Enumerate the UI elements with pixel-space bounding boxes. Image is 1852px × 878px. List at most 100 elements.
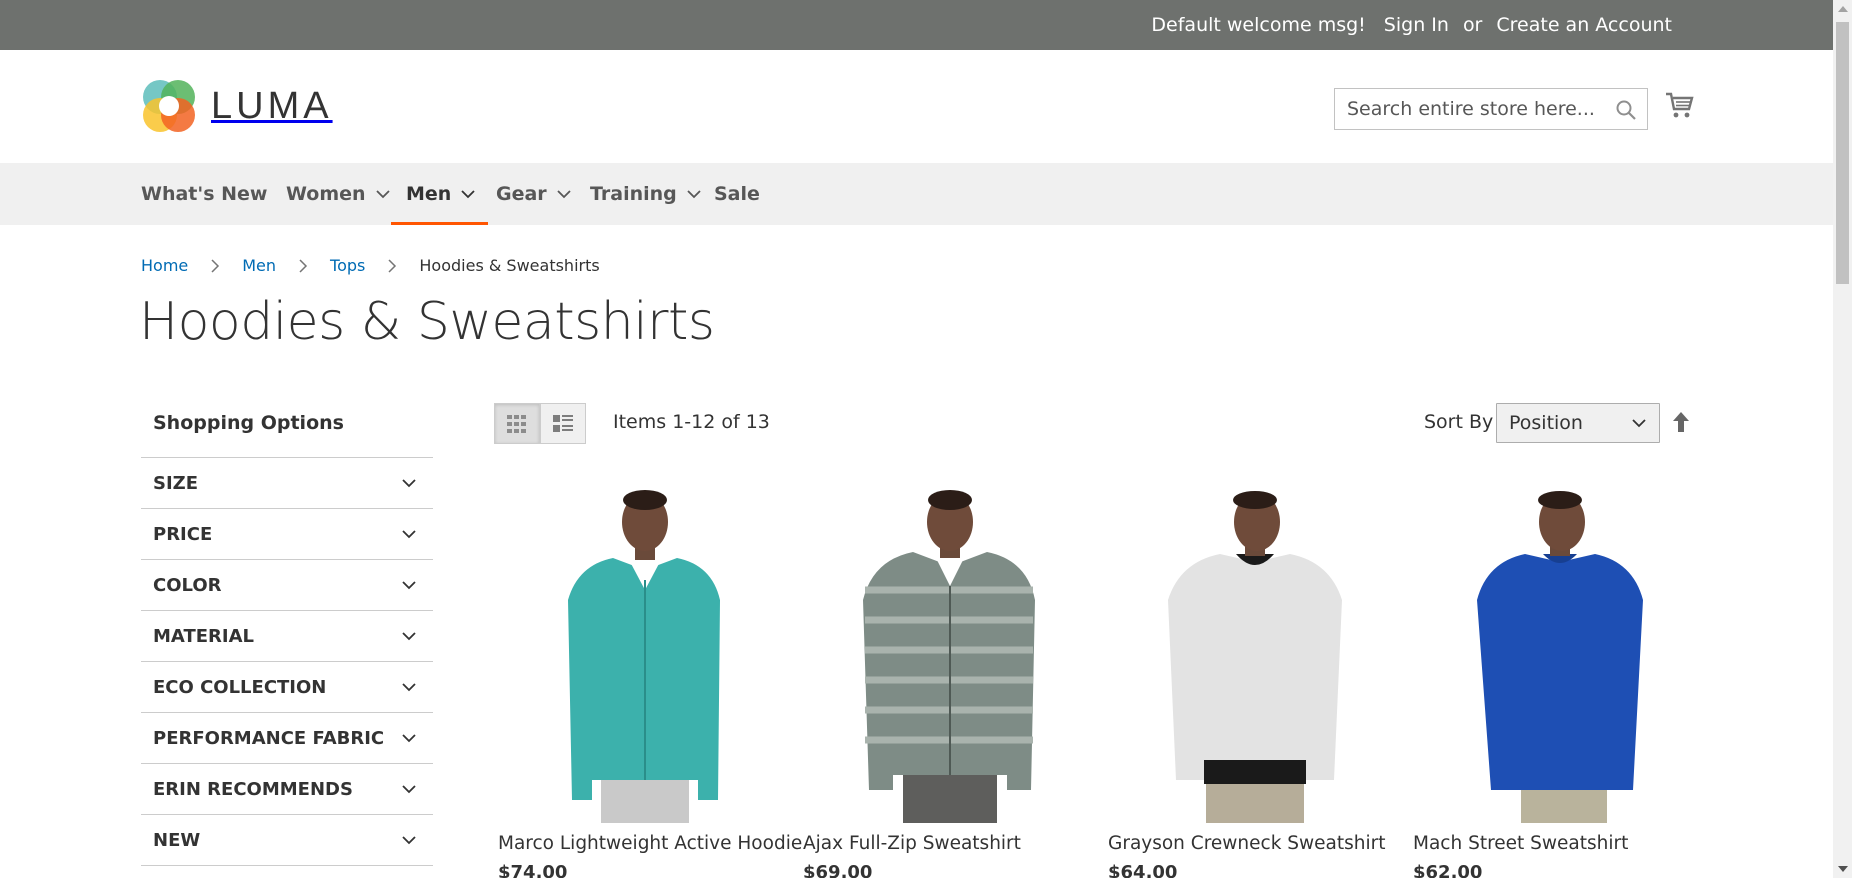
filter-material[interactable]: MATERIAL (141, 611, 433, 662)
arrow-up-icon[interactable] (1671, 410, 1691, 434)
chevron-down-icon (461, 190, 475, 199)
panel-header: Default welcome msg! Sign In or Create a… (0, 0, 1833, 50)
nav-item-men[interactable]: Men (390, 163, 489, 225)
product-image[interactable] (1108, 490, 1402, 823)
breadcrumb-men[interactable]: Men (242, 256, 276, 275)
nav-item-whats-new[interactable]: What's New (141, 163, 267, 225)
filter-color[interactable]: COLOR (141, 560, 433, 611)
chevron-down-icon (402, 683, 416, 692)
filter-label: ECO COLLECTION (153, 676, 327, 698)
filter-label: NEW (153, 829, 201, 851)
chevron-down-icon (1632, 419, 1646, 428)
breadcrumb-home[interactable]: Home (141, 256, 188, 275)
toolbar-amount: Items 1-12 of 13 (613, 411, 770, 433)
or-text: or (1462, 14, 1483, 36)
product-image[interactable] (803, 490, 1097, 823)
product-image[interactable] (498, 490, 792, 823)
product-price: $64.00 (1108, 862, 1178, 878)
nav-item-label: Women (286, 183, 366, 205)
chevron-down-icon (557, 190, 571, 199)
product-price: $62.00 (1413, 862, 1483, 878)
chevron-right-icon (299, 258, 308, 273)
filter-label: MATERIAL (153, 625, 254, 647)
nav-item-sale[interactable]: Sale (714, 163, 760, 225)
breadcrumb-current: Hoodies & Sweatshirts (419, 256, 600, 275)
welcome-message: Default welcome msg! (1151, 14, 1366, 36)
nav-item-label: Men (406, 183, 452, 205)
chevron-down-icon (402, 581, 416, 590)
product-photo-icon (568, 490, 720, 823)
filter-list: SIZE PRICE COLOR MATERIAL ECO COLLECTION… (141, 457, 433, 866)
nav-item-label: Sale (714, 183, 760, 205)
chevron-down-icon (375, 190, 390, 199)
filter-performance-fabric[interactable]: PERFORMANCE FABRIC (141, 713, 433, 764)
cart-icon[interactable] (1664, 90, 1694, 120)
view-mode-switcher (494, 403, 586, 444)
list-view-button[interactable] (540, 403, 586, 444)
sort-by-label: Sort By (1424, 411, 1494, 433)
header: LUMA (0, 50, 1833, 163)
page-title: Hoodies & Sweatshirts (139, 292, 715, 352)
nav-item-label: Gear (496, 183, 547, 205)
product-item: Ajax Full-Zip Sweatshirt $69.00 (803, 490, 1097, 878)
product-name[interactable]: Ajax Full-Zip Sweatshirt (803, 833, 1097, 854)
grid-icon (507, 414, 526, 433)
product-price: $74.00 (498, 862, 568, 878)
nav-item-training[interactable]: Training (590, 163, 701, 225)
logo-text: LUMA (211, 84, 333, 127)
filter-new[interactable]: NEW (141, 815, 433, 866)
filter-label: SIZE (153, 472, 199, 494)
list-icon (553, 414, 573, 432)
scroll-up-icon[interactable] (1838, 6, 1848, 12)
chevron-down-icon (402, 632, 416, 641)
product-name[interactable]: Marco Lightweight Active Hoodie (498, 833, 802, 854)
product-item: Mach Street Sweatshirt $62.00 (1413, 490, 1707, 878)
nav-item-label: What's New (141, 183, 268, 205)
sort-by-select[interactable]: Position (1496, 403, 1660, 443)
shopping-options-title: Shopping Options (153, 412, 344, 434)
sign-in-link[interactable]: Sign In (1384, 14, 1449, 36)
chevron-right-icon (211, 258, 220, 273)
product-price: $69.00 (803, 862, 873, 878)
chevron-right-icon (388, 258, 397, 273)
scrollbar-thumb[interactable] (1836, 22, 1849, 284)
search-input[interactable] (1335, 89, 1647, 129)
filter-label: ERIN RECOMMENDS (153, 778, 353, 800)
breadcrumb: Home Men Tops Hoodies & Sweatshirts (141, 256, 600, 275)
product-photo-icon (1168, 491, 1342, 823)
scroll-down-icon[interactable] (1838, 866, 1848, 872)
filter-size[interactable]: SIZE (141, 458, 433, 509)
search-box (1334, 88, 1648, 130)
breadcrumb-tops[interactable]: Tops (330, 256, 365, 275)
luma-logo-icon (143, 80, 195, 132)
chevron-down-icon (402, 479, 416, 488)
filter-eco-collection[interactable]: ECO COLLECTION (141, 662, 433, 713)
nav-item-gear[interactable]: Gear (496, 163, 571, 225)
product-photo-icon (1477, 491, 1643, 823)
filter-price[interactable]: PRICE (141, 509, 433, 560)
product-photo-icon (863, 490, 1035, 823)
main-navigation: What's New Women Men Gear Training Sale (0, 163, 1833, 225)
grid-view-button[interactable] (494, 403, 540, 444)
panel-links: Default welcome msg! Sign In or Create a… (1151, 0, 1672, 50)
product-item: Marco Lightweight Active Hoodie $74.00 (498, 490, 802, 878)
chevron-down-icon (402, 734, 416, 743)
filter-label: COLOR (153, 574, 222, 596)
filter-label: PRICE (153, 523, 213, 545)
page-scrollbar[interactable] (1833, 0, 1852, 878)
sort-by-value: Position (1509, 412, 1583, 434)
product-image[interactable] (1413, 490, 1707, 823)
nav-item-label: Training (590, 183, 677, 205)
chevron-down-icon (402, 836, 416, 845)
nav-item-women[interactable]: Women (286, 163, 390, 225)
filter-erin-recommends[interactable]: ERIN RECOMMENDS (141, 764, 433, 815)
search-icon[interactable] (1615, 99, 1637, 121)
product-name[interactable]: Mach Street Sweatshirt (1413, 833, 1707, 854)
chevron-down-icon (687, 190, 701, 199)
chevron-down-icon (402, 785, 416, 794)
product-item: Grayson Crewneck Sweatshirt $64.00 (1108, 490, 1402, 878)
logo[interactable]: LUMA (141, 78, 333, 134)
create-account-link[interactable]: Create an Account (1496, 14, 1672, 36)
product-name[interactable]: Grayson Crewneck Sweatshirt (1108, 833, 1402, 854)
chevron-down-icon (402, 530, 416, 539)
